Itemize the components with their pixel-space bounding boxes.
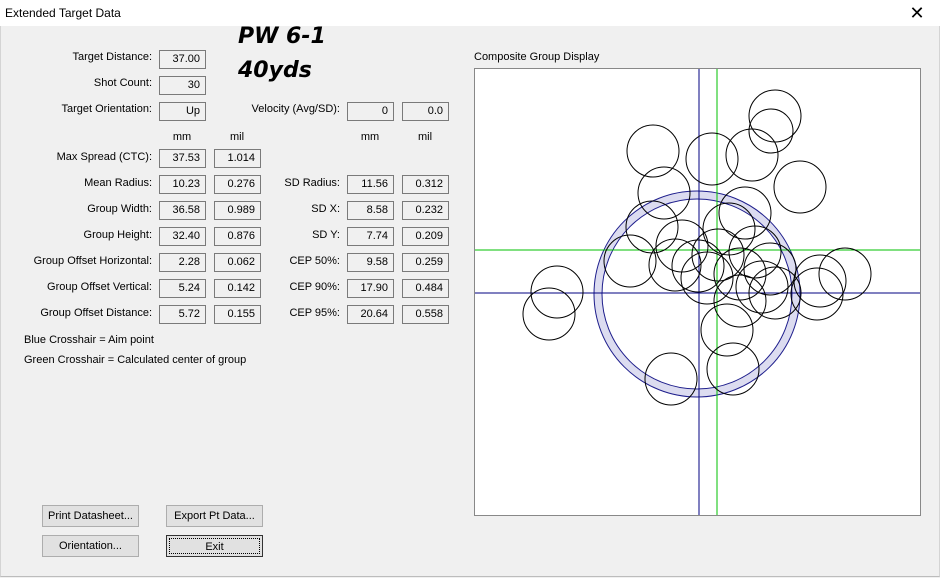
window-title: Extended Target Data xyxy=(5,6,121,20)
cep90-mil: 0.484 xyxy=(402,279,449,298)
left-mm-header: mm xyxy=(172,131,192,143)
sd-x-mil: 0.232 xyxy=(402,201,449,220)
velocity-label: Velocity (Avg/SD): xyxy=(251,103,340,115)
group-height-mil: 0.876 xyxy=(214,227,261,246)
cep90-mm: 17.90 xyxy=(347,279,394,298)
title-bar: Extended Target Data ✕ xyxy=(0,0,940,26)
export-pt-data-button[interactable]: Export Pt Data... xyxy=(166,505,263,527)
print-datasheet-button[interactable]: Print Datasheet... xyxy=(42,505,139,527)
cep50-label: CEP 50%: xyxy=(289,255,340,267)
mean-radius-mil: 0.276 xyxy=(214,175,261,194)
left-mil-header: mil xyxy=(229,131,245,143)
sd-x-label: SD X: xyxy=(311,203,340,215)
group-width-label: Group Width: xyxy=(87,203,152,215)
offset-vertical-mil: 0.142 xyxy=(214,279,261,298)
cep90-label: CEP 90%: xyxy=(289,281,340,293)
sd-radius-mm: 11.56 xyxy=(347,175,394,194)
cep95-mil: 0.558 xyxy=(402,305,449,324)
sd-radius-label: SD Radius: xyxy=(284,177,340,189)
shot-hole xyxy=(748,108,794,154)
offset-vertical-mm: 5.24 xyxy=(159,279,206,298)
offset-horizontal-mil: 0.062 xyxy=(214,253,261,272)
shot-hole xyxy=(725,128,779,182)
shot-hole xyxy=(522,287,576,341)
group-width-mil: 0.989 xyxy=(214,201,261,220)
close-icon[interactable]: ✕ xyxy=(894,0,940,26)
offset-vertical-label: Group Offset Vertical: xyxy=(47,281,152,293)
cep95-label: CEP 95%: xyxy=(289,307,340,319)
group-height-label: Group Height: xyxy=(83,229,152,241)
exit-button[interactable]: Exit xyxy=(166,535,263,557)
composite-group-display xyxy=(474,68,921,516)
shot-hole xyxy=(773,160,827,214)
group-height-mm: 32.40 xyxy=(159,227,206,246)
header-line2: 40yds xyxy=(238,58,312,83)
sd-y-mil: 0.209 xyxy=(402,227,449,246)
right-mm-header: mm xyxy=(360,131,380,143)
mean-radius-label: Mean Radius: xyxy=(84,177,152,189)
target-distance-value: 37.00 xyxy=(159,50,206,69)
offset-distance-label: Group Offset Distance: xyxy=(40,307,152,319)
target-orientation-label: Target Orientation: xyxy=(61,103,153,115)
offset-horizontal-mm: 2.28 xyxy=(159,253,206,272)
right-mil-header: mil xyxy=(417,131,433,143)
header-line1: PW 6-1 xyxy=(238,24,326,49)
legend-blue: Blue Crosshair = Aim point xyxy=(24,334,154,346)
legend-green: Green Crosshair = Calculated center of g… xyxy=(24,354,247,366)
cep50-mil: 0.259 xyxy=(402,253,449,272)
mean-radius-mm: 10.23 xyxy=(159,175,206,194)
sd-y-mm: 7.74 xyxy=(347,227,394,246)
velocity-avg-value: 0 xyxy=(347,102,394,121)
cep50-mm: 9.58 xyxy=(347,253,394,272)
offset-distance-mm: 5.72 xyxy=(159,305,206,324)
shot-count-value: 30 xyxy=(159,76,206,95)
offset-horizontal-label: Group Offset Horizontal: xyxy=(33,255,152,267)
target-distance-label: Target Distance: xyxy=(72,51,152,63)
exit-button-label: Exit xyxy=(169,538,260,554)
velocity-sd-value: 0.0 xyxy=(402,102,449,121)
max-spread-mm: 37.53 xyxy=(159,149,206,168)
sd-y-label: SD Y: xyxy=(312,229,340,241)
shot-count-label: Shot Count: xyxy=(93,77,152,89)
cep95-mm: 20.64 xyxy=(347,305,394,324)
group-width-mm: 36.58 xyxy=(159,201,206,220)
target-orientation-value: Up xyxy=(159,102,206,121)
max-spread-label: Max Spread (CTC): xyxy=(56,151,152,163)
sd-x-mm: 8.58 xyxy=(347,201,394,220)
plot-label: Composite Group Display xyxy=(474,51,600,63)
max-spread-mil: 1.014 xyxy=(214,149,261,168)
orientation-button[interactable]: Orientation... xyxy=(42,535,139,557)
sd-radius-mil: 0.312 xyxy=(402,175,449,194)
group-plot-svg xyxy=(475,69,920,515)
offset-distance-mil: 0.155 xyxy=(214,305,261,324)
